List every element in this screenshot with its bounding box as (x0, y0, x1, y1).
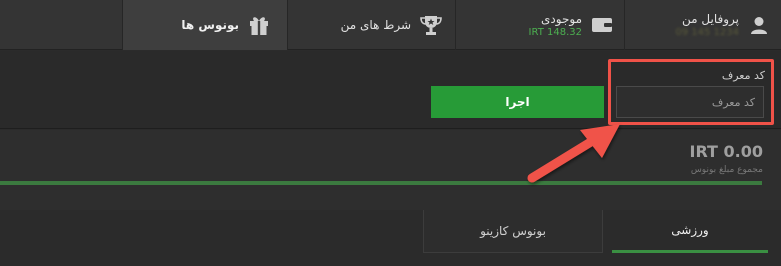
profile-text: پروفایل من 09 145 1234 (675, 12, 739, 38)
bonus-total-caption: مجموع مبلغ بونوس (690, 165, 763, 175)
tab-sport-bonus[interactable]: ورزشی (612, 210, 768, 253)
tab-bonuses[interactable]: بونوس ها (122, 0, 287, 50)
referral-section: کد معرف اجرا (0, 51, 781, 129)
wallet-icon (588, 11, 616, 39)
user-icon (745, 11, 773, 39)
bonus-type-tabs: ورزشی بونوس کازینو (0, 210, 781, 266)
bonus-progress-fill (0, 181, 762, 185)
bets-text: شرط های من (341, 18, 411, 32)
referral-code-label: کد معرف (721, 69, 765, 82)
tab-balance[interactable]: موجودی IRT 148.32 (455, 0, 624, 50)
profile-label: پروفایل من (682, 12, 739, 26)
balance-amount: IRT 148.32 (528, 27, 582, 38)
top-navigation: پروفایل من 09 145 1234 موجودی IRT 148.32… (0, 0, 781, 50)
trophy-icon (417, 11, 445, 39)
referral-code-input[interactable] (616, 86, 764, 118)
bonus-total-amount: IRT 0.00 (689, 142, 763, 161)
bonus-progress-bar (0, 181, 762, 185)
bonuses-label: بونوس ها (181, 18, 239, 32)
tab-casino-bonus[interactable]: بونوس کازینو (423, 210, 603, 253)
tab-profile[interactable]: پروفایل من 09 145 1234 (624, 0, 781, 50)
balance-text: موجودی IRT 148.32 (529, 12, 582, 38)
my-bets-label: شرط های من (340, 18, 411, 32)
balance-label: موجودی (541, 12, 582, 26)
bonuses-text: بونوس ها (181, 18, 239, 32)
gift-icon (245, 11, 273, 39)
bonus-total-section: IRT 0.00 مجموع مبلغ بونوس (0, 130, 781, 210)
profile-phone: 09 145 1234 (675, 27, 739, 38)
apply-button[interactable]: اجرا (431, 86, 604, 118)
tab-my-bets[interactable]: شرط های من (287, 0, 455, 50)
